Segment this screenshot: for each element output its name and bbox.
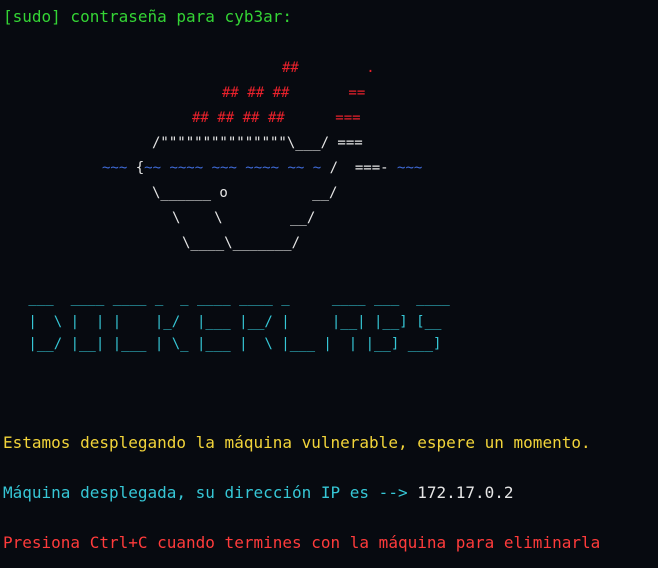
whale-art-line-3: ## ## ## ## === [192, 106, 361, 131]
whale-waves-left: ~~~ [102, 160, 136, 176]
dockerlabs-banner-row-1: ___ ____ ____ _ _ ____ ____ _ ____ ___ _… [20, 290, 450, 306]
ip-address[interactable]: 172.17.0.2 [417, 483, 513, 502]
whale-line-6-text: \______ o __/ [152, 185, 338, 201]
terminal-window[interactable]: [sudo] contraseña para cyb3ar: ## . ## #… [0, 0, 658, 568]
whale-art-line-4: /"""""""""""""""\___/ === [152, 131, 363, 156]
dockerlabs-banner-row-3: |__/ |__| |___ | \_ |___ | \ |___ | | |_… [20, 336, 442, 352]
whale-art-line-8: \____\_______/ [182, 231, 300, 256]
whale-art-line-2: ## ## ## == [222, 81, 365, 106]
whale-art-line-7: \ \ __/ [172, 206, 315, 231]
deploying-message: Estamos desplegando la máquina vulnerabl… [3, 433, 591, 452]
ctrl-c-message: Presiona Ctrl+C cuando termines con la m… [3, 533, 601, 552]
whale-line-3-text: ## ## ## ## === [192, 110, 361, 126]
whale-art-line-1: ## . [282, 56, 375, 81]
whale-line-1-text: ## . [282, 60, 375, 76]
whale-brace: { [135, 160, 145, 176]
deployed-message: Máquina desplegada, su dirección IP es -… [3, 480, 514, 505]
deployed-message-prefix: Máquina desplegada, su dirección IP es -… [3, 483, 418, 502]
whale-line-7-text: \ \ __/ [172, 210, 316, 226]
whale-waves-right: ~~~ [397, 160, 423, 176]
whale-tail: / ===- [329, 160, 398, 176]
whale-line-8-text: \____\_______/ [182, 235, 301, 251]
whale-art-line-5: ~~~ {~~ ~~~~ ~~~ ~~~~ ~~ ~ / ===- ~~~ [102, 156, 422, 181]
whale-waves-mid: ~~ ~~~~ ~~~ ~~~~ ~~ ~ [144, 160, 330, 176]
dockerlabs-banner-row-2: | \ | | | |_/ |___ |__/ | |__| |__] [__ [20, 314, 450, 330]
whale-line-2-text: ## ## ## == [222, 85, 366, 101]
whale-line-4-text: /"""""""""""""""\___/ === [152, 135, 363, 151]
whale-art-line-6: \______ o __/ [152, 181, 337, 206]
sudo-password-prompt[interactable]: [sudo] contraseña para cyb3ar: [3, 4, 292, 29]
